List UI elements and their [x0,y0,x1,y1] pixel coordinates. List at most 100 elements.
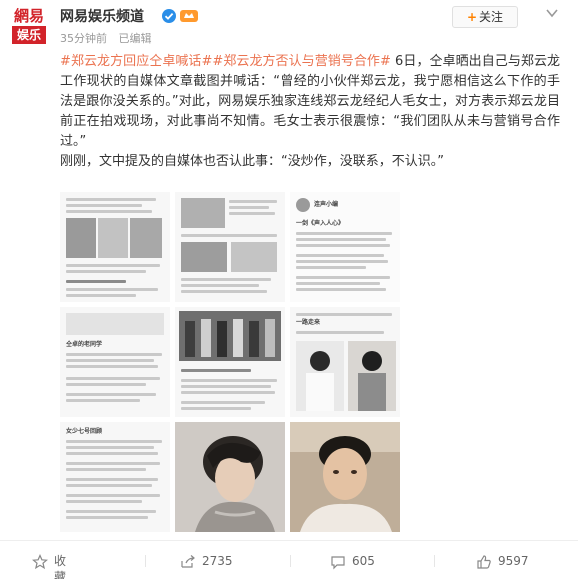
text-line [181,369,251,372]
text-line [181,407,251,410]
text-line [181,290,267,293]
logo-top-text: 網易 [13,7,44,25]
photo-thumbnail [231,242,277,272]
post-image-6[interactable]: 一路走来 [290,307,400,417]
text-line [66,270,146,273]
post-image-5[interactable] [175,307,285,417]
text-line [66,204,142,207]
action-bar: 收藏 2735 605 9597 [0,540,578,579]
text-line [229,200,277,203]
text-line [66,462,160,465]
share-icon [181,555,195,568]
post-image-2[interactable] [175,192,285,302]
follow-label: 关注 [479,10,504,24]
favorite-label: 收藏 [54,554,67,579]
post-paragraph-1: #郑云龙方回应仝卓喊话##郑云龙方否认与营销号合作# 6日，仝卓晒出自己与郑云龙… [60,52,560,152]
text-line [66,210,152,213]
person-body [306,373,334,411]
text-line [296,254,384,257]
portrait-photo [175,422,285,532]
text-line [66,288,158,291]
logo-bottom-text: 娱乐 [12,26,46,44]
edited-label: 已编辑 [118,32,152,45]
plus-icon: + [466,10,478,24]
avatar [296,198,310,212]
person-figure [233,319,243,357]
star-icon [32,554,48,570]
account-avatar[interactable]: 網易 娱乐 [12,6,46,44]
text-line [181,284,259,287]
text-line [296,244,390,247]
photo-thumbnail [98,218,128,258]
person-figure [217,321,227,357]
post-meta: 35分钟前 已编辑 [60,32,160,46]
text-line [181,401,265,404]
text-line [229,206,269,209]
follow-button[interactable]: + 关注 [452,6,518,28]
text-line [66,383,146,386]
post-image-7[interactable]: 女少七号回顾 [60,422,170,532]
text-line [181,385,271,388]
text-line [181,278,271,281]
post-image-8[interactable] [175,422,285,532]
banner [66,313,164,335]
text-line [66,510,156,513]
member-level-icon [180,10,198,22]
person-figure [201,319,211,357]
divider [434,555,435,567]
text-line [296,288,386,291]
photo-thumbnail [130,218,162,258]
post-header: 網易 娱乐 网易娱乐频道 35分钟前 已编辑 + 关注 [0,0,578,50]
photo-thumbnail [181,242,227,272]
text-line [66,478,158,481]
text-line [66,484,152,487]
text-line [296,276,390,279]
image-text: 仝卓的老同学 [66,341,103,348]
text-line [66,377,160,380]
divider [290,555,291,567]
text-line [296,313,392,316]
comment-icon [331,556,345,570]
like-count: 9597 [498,554,529,568]
person-head [362,351,382,371]
hashtag-link[interactable]: #郑云龙方否认与营销号合作# [212,54,390,69]
post-time[interactable]: 35分钟前 [60,32,107,45]
hashtag-link[interactable]: #郑云龙方回应仝卓喊话# [60,54,212,69]
text-line [296,232,392,235]
text-line [66,494,160,497]
photo-thumbnail [181,198,225,228]
selfie-photo [290,422,400,532]
image-text: 一剑《声入人心》 [296,220,345,227]
text-line [181,234,277,237]
post-paragraph-2: 刚刚，文中提及的自媒体也否认此事：“没炒作，没联系，不认识。” [60,154,444,169]
post-image-9[interactable] [290,422,400,532]
chevron-down-icon[interactable] [544,6,560,20]
text-line [296,331,384,334]
text-line [66,516,148,519]
text-line [66,440,162,443]
post-image-1[interactable] [60,192,170,302]
text-line [296,282,380,285]
text-line [66,353,162,356]
text-line [181,391,275,394]
account-name[interactable]: 网易娱乐频道 [60,8,144,26]
text-line [66,399,140,402]
image-text: 女少七号回顾 [66,428,103,435]
person-figure [185,321,195,357]
text-line [296,260,388,263]
text-line [66,393,156,396]
post-content: #郑云龙方回应仝卓喊话##郑云龙方否认与营销号合作# 6日，仝卓晒出自己与郑云龙… [60,52,560,172]
text-line [66,446,154,449]
text-line [296,238,386,241]
image-text: 一路走来 [296,319,321,326]
text-line [66,264,160,267]
text-line [181,379,277,382]
person-body [358,373,386,411]
post-image-4[interactable]: 仝卓的老同学 [60,307,170,417]
person-head [310,351,330,371]
text-line [66,280,126,283]
verified-icon [162,9,176,23]
post-image-3[interactable]: 连声小编 一剑《声入人心》 [290,192,400,302]
text-line [66,468,146,471]
person-figure [265,319,275,357]
